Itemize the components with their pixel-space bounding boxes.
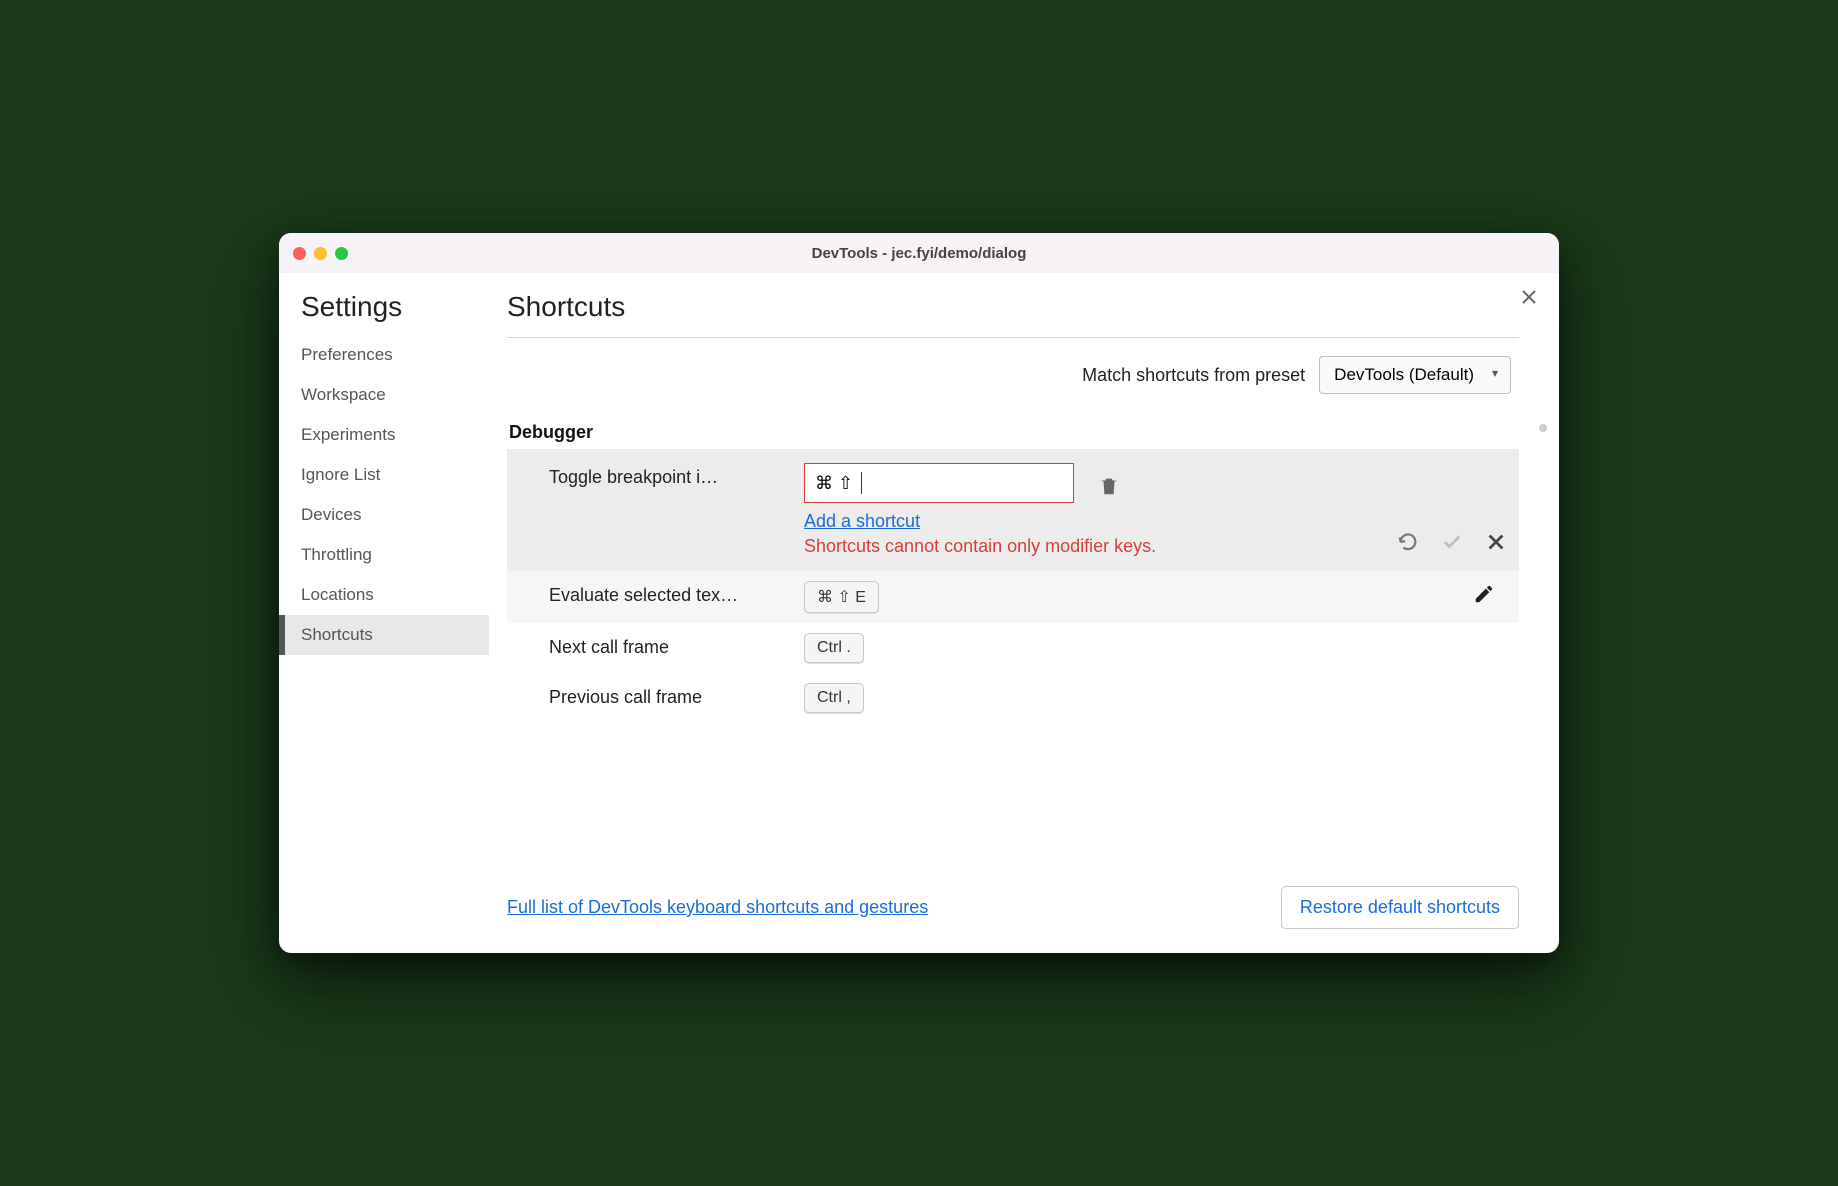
preset-label: Match shortcuts from preset xyxy=(1082,365,1305,386)
minimize-window-button[interactable] xyxy=(314,247,327,260)
maximize-window-button[interactable] xyxy=(335,247,348,260)
shortcut-label: Previous call frame xyxy=(549,683,784,708)
cancel-icon[interactable] xyxy=(1485,531,1507,553)
traffic-lights xyxy=(293,247,348,260)
devtools-window: DevTools - jec.fyi/demo/dialog Settings … xyxy=(279,233,1559,953)
shortcut-row-toggle-breakpoint: Toggle breakpoint i… ⌘ ⇧ Add a shortcut xyxy=(507,449,1519,571)
shortcut-error: Shortcuts cannot contain only modifier k… xyxy=(804,536,1184,557)
scroll-indicator xyxy=(1539,424,1547,432)
shortcut-row-evaluate-selected: Evaluate selected tex… ⌘ ⇧ E xyxy=(507,571,1519,623)
shortcut-keys: Ctrl . xyxy=(804,633,864,663)
preset-row: Match shortcuts from preset DevTools (De… xyxy=(507,356,1519,394)
titlebar: DevTools - jec.fyi/demo/dialog xyxy=(279,233,1559,273)
undo-icon[interactable] xyxy=(1397,531,1419,553)
edit-row-actions xyxy=(1397,531,1507,557)
full-list-link[interactable]: Full list of DevTools keyboard shortcuts… xyxy=(507,897,928,918)
restore-defaults-button[interactable]: Restore default shortcuts xyxy=(1281,886,1519,929)
shortcut-row-next-call-frame: Next call frame Ctrl . xyxy=(507,623,1519,673)
sidebar-item-experiments[interactable]: Experiments xyxy=(279,415,489,455)
preset-select-value: DevTools (Default) xyxy=(1334,365,1474,384)
sidebar-item-locations[interactable]: Locations xyxy=(279,575,489,615)
shortcut-input[interactable]: ⌘ ⇧ xyxy=(804,463,1074,503)
shortcut-edit-column: ⌘ ⇧ Add a shortcut Shortcuts cannot cont… xyxy=(804,463,1377,557)
shortcut-input-keys: ⌘ ⇧ xyxy=(815,473,853,494)
shortcut-label: Toggle breakpoint i… xyxy=(549,463,784,488)
shortcut-value: Ctrl . xyxy=(804,633,1507,663)
page-title: Shortcuts xyxy=(507,291,1519,338)
shortcut-keys: ⌘ ⇧ E xyxy=(804,581,879,613)
shortcut-value: ⌘ ⇧ E xyxy=(804,581,1453,613)
sidebar-item-throttling[interactable]: Throttling xyxy=(279,535,489,575)
footer: Full list of DevTools keyboard shortcuts… xyxy=(507,860,1519,929)
sidebar: Settings Preferences Workspace Experimen… xyxy=(279,273,489,953)
window-title: DevTools - jec.fyi/demo/dialog xyxy=(279,245,1559,262)
trash-icon[interactable] xyxy=(1088,469,1120,497)
content: Settings Preferences Workspace Experimen… xyxy=(279,273,1559,953)
checkmark-icon[interactable] xyxy=(1441,531,1463,553)
shortcut-label: Next call frame xyxy=(549,633,784,658)
pencil-icon[interactable] xyxy=(1473,581,1507,605)
add-shortcut-link[interactable]: Add a shortcut xyxy=(804,511,920,532)
sidebar-item-shortcuts[interactable]: Shortcuts xyxy=(279,615,489,655)
sidebar-item-ignore-list[interactable]: Ignore List xyxy=(279,455,489,495)
section-debugger: Debugger xyxy=(507,422,1519,443)
sidebar-heading: Settings xyxy=(279,291,489,335)
shortcut-label: Evaluate selected tex… xyxy=(549,581,784,606)
main-panel: Shortcuts Match shortcuts from preset De… xyxy=(489,273,1559,953)
sidebar-item-workspace[interactable]: Workspace xyxy=(279,375,489,415)
text-caret xyxy=(861,472,862,494)
shortcut-keys: Ctrl , xyxy=(804,683,864,713)
sidebar-item-devices[interactable]: Devices xyxy=(279,495,489,535)
shortcut-value: Ctrl , xyxy=(804,683,1507,713)
close-window-button[interactable] xyxy=(293,247,306,260)
sidebar-item-preferences[interactable]: Preferences xyxy=(279,335,489,375)
shortcut-row-previous-call-frame: Previous call frame Ctrl , xyxy=(507,673,1519,723)
shortcuts-list: Debugger Toggle breakpoint i… ⌘ ⇧ xyxy=(507,422,1519,723)
preset-select[interactable]: DevTools (Default) xyxy=(1319,356,1511,394)
